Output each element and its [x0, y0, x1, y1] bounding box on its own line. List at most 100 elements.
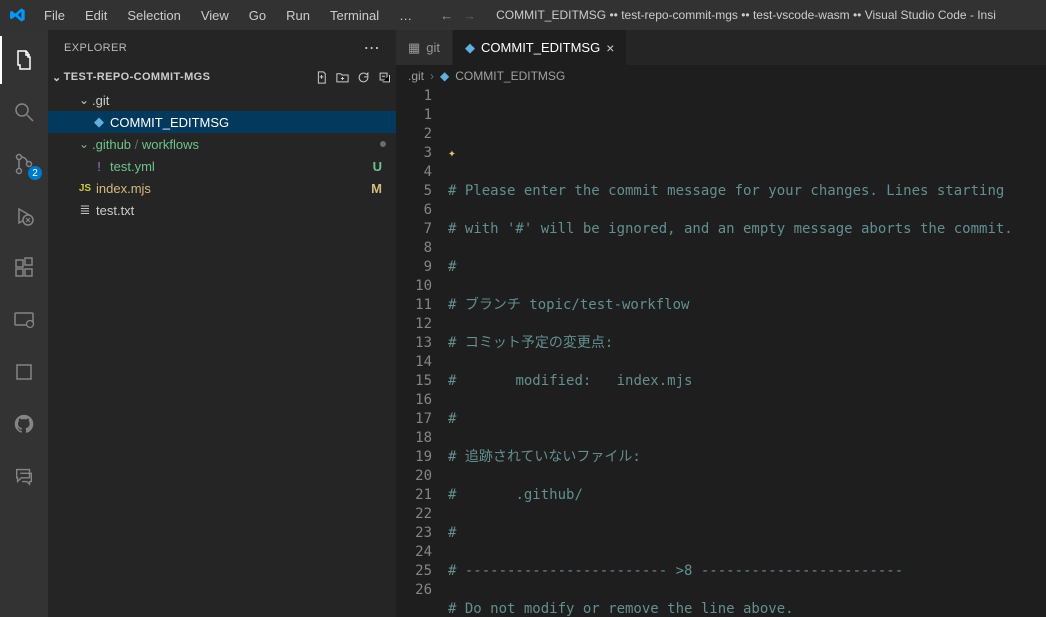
file-icon: ◆: [90, 114, 108, 130]
tree-file-test-yml[interactable]: ! test.yml U: [48, 155, 396, 177]
code-line: # .github/: [448, 487, 583, 503]
line-number: 14: [396, 353, 432, 372]
line-number: 24: [396, 543, 432, 562]
editor-body[interactable]: 1123456789101112131415161718192021222324…: [396, 87, 1046, 617]
chevron-right-icon: ›: [430, 69, 434, 83]
dirty-dot-icon: [380, 141, 386, 147]
chevron-down-icon: ⌄: [52, 71, 62, 84]
line-number: 26: [396, 581, 432, 600]
line-number: 8: [396, 239, 432, 258]
line-number: 12: [396, 315, 432, 334]
refresh-icon[interactable]: [356, 70, 371, 85]
tree-folder-git[interactable]: ⌄ .git: [48, 89, 396, 111]
line-number: 4: [396, 163, 432, 182]
line-number: 7: [396, 220, 432, 239]
activity-scm[interactable]: 2: [0, 140, 48, 188]
code-line: # Please enter the commit message for yo…: [448, 183, 1004, 199]
menu-go[interactable]: Go: [241, 4, 274, 27]
vscode-logo-icon: [10, 7, 26, 23]
window-title: COMMIT_EDITMSG •• test-repo-commit-mgs •…: [496, 8, 1042, 22]
line-number: 21: [396, 486, 432, 505]
chevron-down-icon: ⌄: [76, 137, 92, 151]
activity-custom[interactable]: [0, 348, 48, 396]
tree-label: index.mjs: [96, 181, 371, 196]
activity-explorer[interactable]: [0, 36, 48, 84]
line-number: 3: [396, 144, 432, 163]
line-number: 6: [396, 201, 432, 220]
tab-git[interactable]: ▦ git: [396, 30, 453, 65]
code-line: # ------------------------ >8 ----------…: [448, 563, 903, 579]
menu-selection[interactable]: Selection: [119, 4, 188, 27]
new-folder-icon[interactable]: [335, 70, 350, 85]
menu-terminal[interactable]: Terminal: [322, 4, 387, 27]
line-number: 5: [396, 182, 432, 201]
activity-comments[interactable]: [0, 452, 48, 500]
line-number: 1: [396, 87, 432, 106]
collapse-all-icon[interactable]: [377, 70, 392, 85]
menu-file[interactable]: File: [36, 4, 73, 27]
tab-commit-editmsg[interactable]: ◆ COMMIT_EDITMSG ×: [453, 30, 627, 65]
git-status-untracked: U: [373, 159, 396, 174]
git-status-modified: M: [371, 181, 396, 196]
preview-icon: ▦: [408, 40, 420, 56]
tree-file-index-mjs[interactable]: JS index.mjs M: [48, 177, 396, 199]
activity-github[interactable]: [0, 400, 48, 448]
tree-label: COMMIT_EDITMSG: [110, 115, 396, 130]
explorer-section-header[interactable]: ⌄ TEST-REPO-COMMIT-MGS: [48, 65, 396, 89]
code-line: # with '#' will be ignored, and an empty…: [448, 221, 1013, 237]
activity-search[interactable]: [0, 88, 48, 136]
tree-file-test-txt[interactable]: ≣ test.txt: [48, 199, 396, 221]
tree-file-commit-editmsg[interactable]: ◆ COMMIT_EDITMSG: [48, 111, 396, 133]
line-number: 2: [396, 125, 432, 144]
line-number: 20: [396, 467, 432, 486]
tree-label: .github / workflows: [92, 137, 380, 152]
code-line: # ブランチ topic/test-workflow: [448, 297, 689, 313]
nav-forward-icon[interactable]: →: [463, 8, 476, 23]
line-number: 10: [396, 277, 432, 296]
line-number: 16: [396, 391, 432, 410]
close-icon[interactable]: ×: [606, 40, 614, 56]
activity-remote[interactable]: [0, 296, 48, 344]
main-layout: 2 EXPLORER ⋯ ⌄ TEST-REPO-COMMIT-MGS: [0, 30, 1046, 617]
tree-folder-github-workflows[interactable]: ⌄ .github / workflows: [48, 133, 396, 155]
nav-back-icon[interactable]: ←: [440, 8, 453, 23]
sidebar-header: EXPLORER ⋯: [48, 30, 396, 65]
activity-debug[interactable]: [0, 192, 48, 240]
sidebar-title: EXPLORER: [64, 42, 364, 54]
nav-arrows: ← →: [440, 8, 476, 23]
line-number: 15: [396, 372, 432, 391]
tree-label: test.txt: [96, 203, 396, 218]
sidebar-more-icon[interactable]: ⋯: [364, 38, 380, 58]
code-area[interactable]: ✦ # Please enter the commit message for …: [448, 87, 1046, 617]
line-number: 22: [396, 505, 432, 524]
menu-edit[interactable]: Edit: [77, 4, 115, 27]
breadcrumb[interactable]: .git › ◆ COMMIT_EDITMSG: [396, 65, 1046, 87]
titlebar: File Edit Selection View Go Run Terminal…: [0, 0, 1046, 30]
editor-group: ▦ git ◆ COMMIT_EDITMSG × .git › ◆ COMMIT…: [396, 30, 1046, 617]
code-line: # Do not modify or remove the line above…: [448, 601, 794, 617]
new-file-icon[interactable]: [314, 70, 329, 85]
menu-overflow[interactable]: …: [391, 4, 420, 27]
breadcrumb-item[interactable]: .git: [408, 69, 424, 83]
activity-extensions[interactable]: [0, 244, 48, 292]
scm-badge: 2: [28, 166, 42, 180]
chevron-down-icon: ⌄: [76, 93, 92, 107]
activitybar: 2: [0, 30, 48, 617]
sidebar: EXPLORER ⋯ ⌄ TEST-REPO-COMMIT-MGS ⌄ .git…: [48, 30, 396, 617]
line-number: 9: [396, 258, 432, 277]
code-line: #: [448, 411, 456, 427]
tabsbar: ▦ git ◆ COMMIT_EDITMSG ×: [396, 30, 1046, 65]
text-file-icon: ≣: [76, 202, 94, 218]
menu-view[interactable]: View: [193, 4, 237, 27]
tree-label: test.yml: [110, 159, 373, 174]
code-line: #: [448, 259, 456, 275]
menu-run[interactable]: Run: [278, 4, 318, 27]
file-icon: ◆: [440, 69, 449, 83]
breadcrumb-item[interactable]: COMMIT_EDITMSG: [455, 69, 565, 83]
tab-label: COMMIT_EDITMSG: [481, 40, 600, 55]
code-line: #: [448, 525, 456, 541]
line-number: 1: [396, 106, 432, 125]
line-number: 25: [396, 562, 432, 581]
line-gutter: 1123456789101112131415161718192021222324…: [396, 87, 448, 617]
code-line: # modified: index.mjs: [448, 373, 692, 389]
